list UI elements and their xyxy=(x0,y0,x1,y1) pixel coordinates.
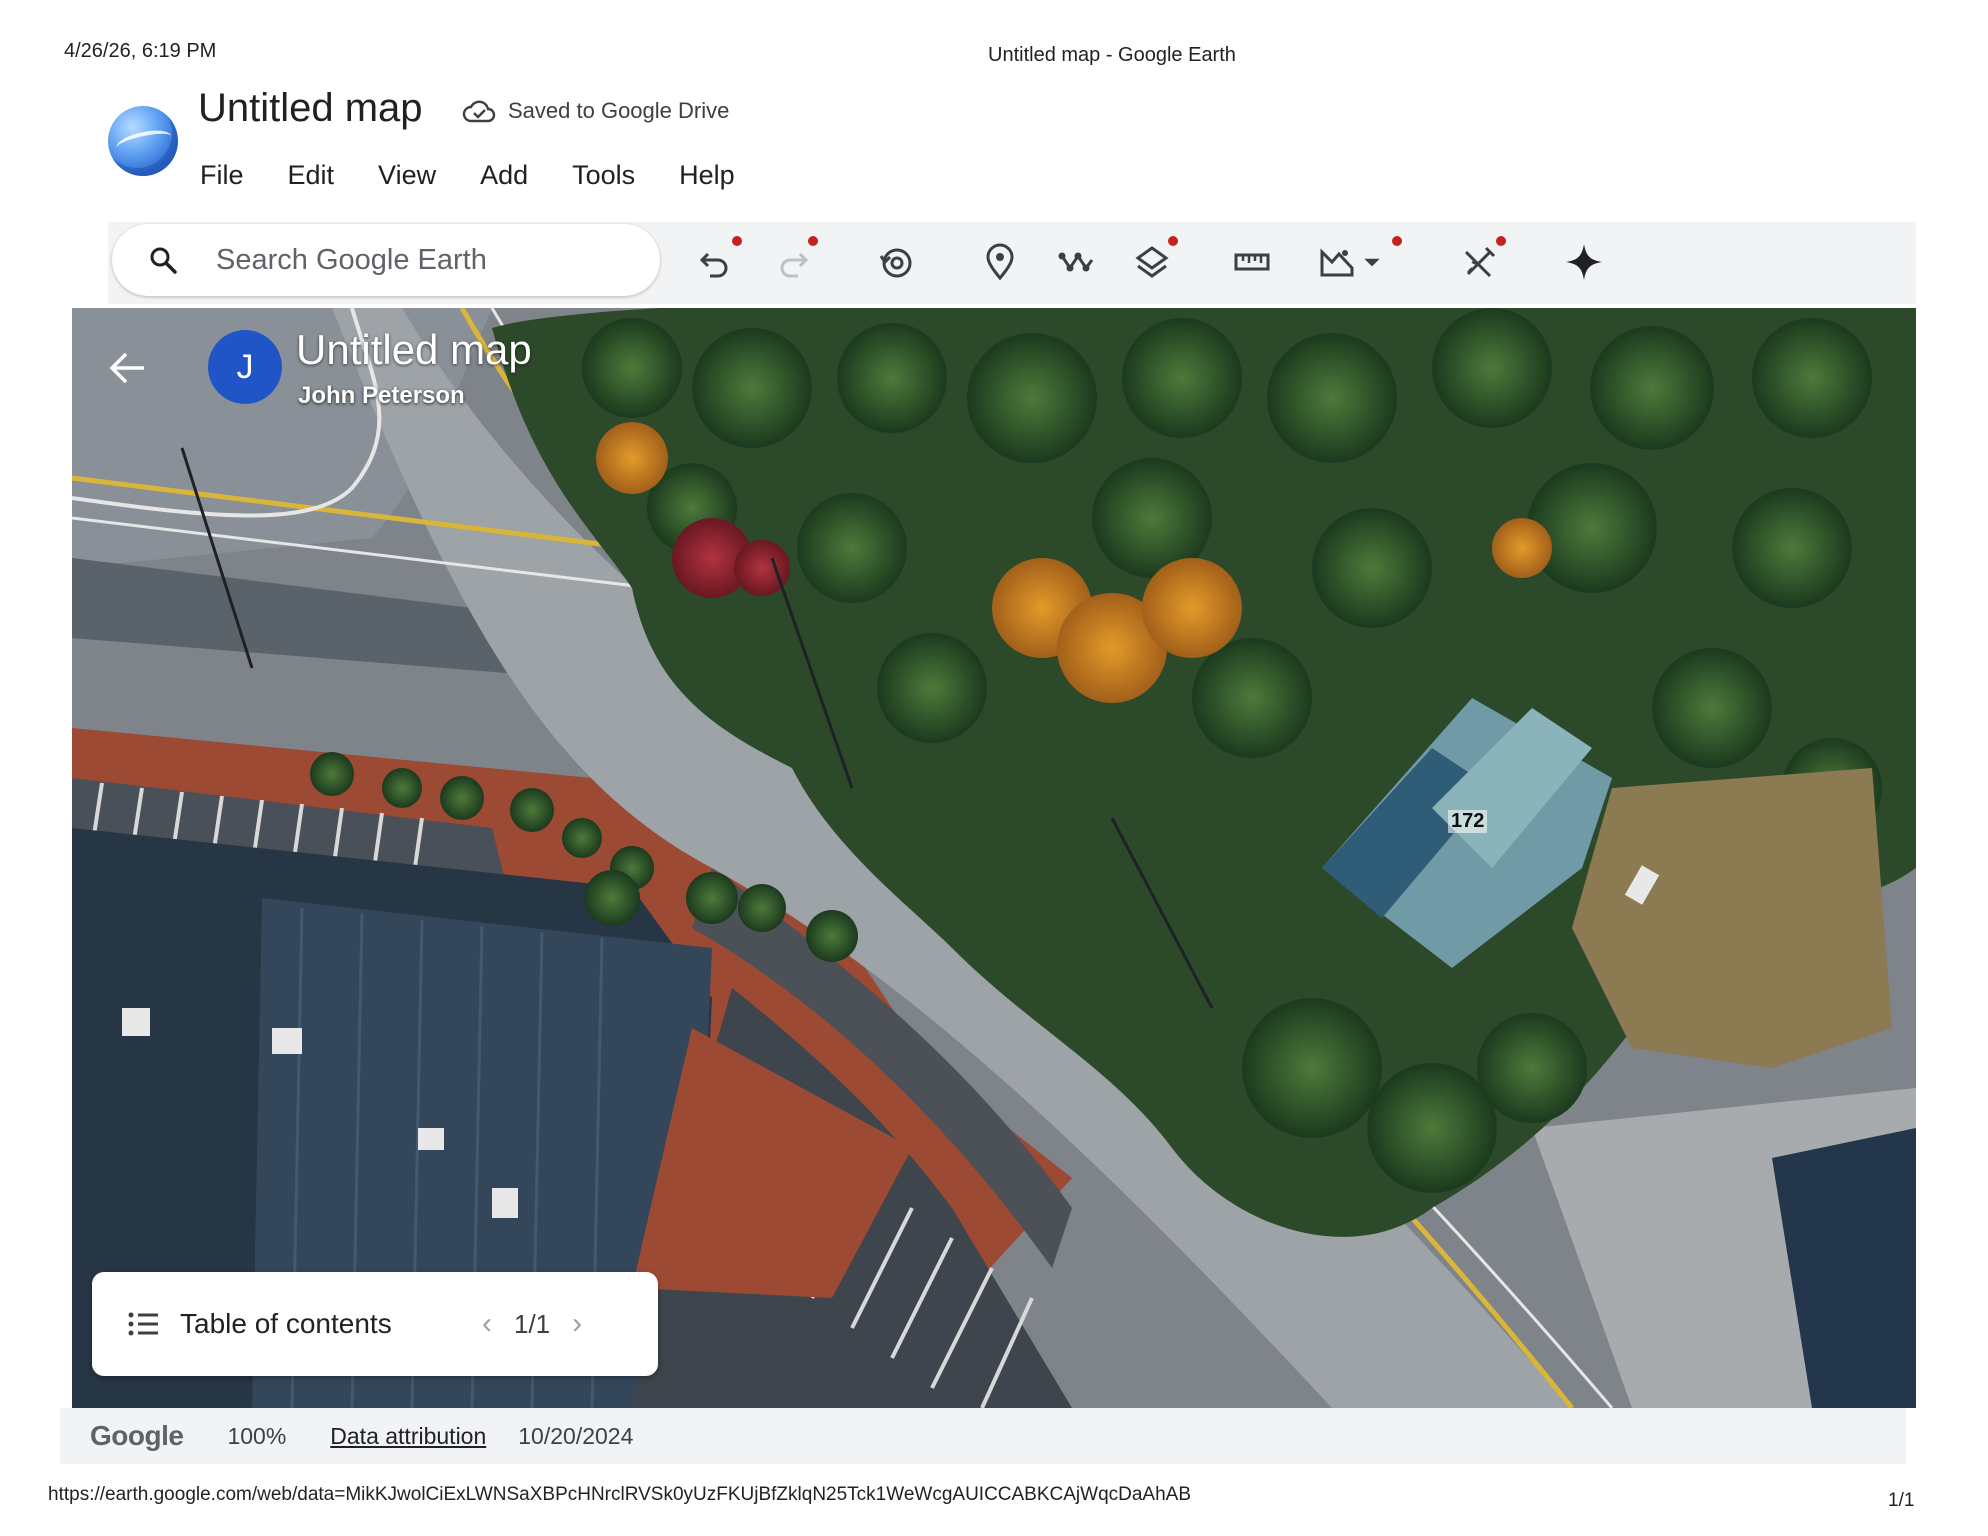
print-page-title: Untitled map - Google Earth xyxy=(988,44,1236,66)
toc-pager: ‹ 1/1 › xyxy=(482,1272,582,1376)
history-button[interactable] xyxy=(870,236,922,288)
menu-view[interactable]: View xyxy=(378,160,436,191)
chevron-right-icon[interactable]: › xyxy=(572,1307,582,1341)
satellite-imagery[interactable] xyxy=(72,308,1916,1408)
google-earth-logo[interactable] xyxy=(108,106,178,176)
print-url: https://earth.google.com/web/data=MikKJw… xyxy=(48,1484,1192,1505)
add-path-button[interactable] xyxy=(1050,236,1102,288)
menu-file[interactable]: File xyxy=(200,160,244,191)
map-owner-name: John Peterson xyxy=(298,382,465,409)
undo-button[interactable] xyxy=(690,236,742,288)
measure-button[interactable] xyxy=(1226,236,1278,288)
path-icon xyxy=(1058,252,1094,272)
imagery-date: 10/20/2024 xyxy=(518,1422,634,1449)
redo-button[interactable] xyxy=(766,236,818,288)
document-title[interactable]: Untitled map xyxy=(198,86,423,131)
history-icon xyxy=(879,248,912,278)
back-arrow-icon[interactable] xyxy=(104,348,152,388)
table-of-contents-panel[interactable]: Table of contents ‹ 1/1 › xyxy=(92,1272,658,1376)
google-brand: Google xyxy=(90,1420,184,1451)
menu-tools[interactable]: Tools xyxy=(572,160,635,191)
map-view[interactable] xyxy=(72,308,1916,1408)
toc-page-indicator: 1/1 xyxy=(514,1308,551,1339)
map-overlay-title: Untitled map xyxy=(296,326,532,373)
gemini-sparkle-icon xyxy=(1566,244,1602,280)
save-status-text: Saved to Google Drive xyxy=(508,98,730,123)
undo-badge xyxy=(732,236,742,246)
chevron-left-icon[interactable]: ‹ xyxy=(482,1307,492,1341)
draw-tools-icon xyxy=(1464,246,1496,278)
print-page-number: 1/1 xyxy=(1888,1490,1915,1511)
search-icon xyxy=(146,243,180,277)
save-status: Saved to Google Drive xyxy=(462,98,729,124)
layers-badge xyxy=(1168,236,1178,246)
search-input[interactable] xyxy=(214,242,638,278)
menu-edit[interactable]: Edit xyxy=(288,160,335,191)
draw-tools-badge xyxy=(1496,236,1506,246)
map-style-badge xyxy=(1392,236,1402,246)
layers-button[interactable] xyxy=(1126,236,1178,288)
toc-label: Table of contents xyxy=(180,1308,392,1339)
menu-add[interactable]: Add xyxy=(480,160,528,191)
avatar[interactable]: J xyxy=(208,330,282,404)
print-datetime: 4/26/26, 6:19 PM xyxy=(64,40,217,62)
gemini-button[interactable] xyxy=(1558,236,1610,288)
map-style-icon xyxy=(1320,248,1354,277)
map-style-button[interactable] xyxy=(1302,236,1402,288)
redo-badge xyxy=(808,236,818,246)
search-box[interactable] xyxy=(112,224,660,296)
draw-tools-button[interactable] xyxy=(1454,236,1506,288)
zoom-level: 100% xyxy=(227,1422,287,1449)
add-placemark-button[interactable] xyxy=(974,236,1026,288)
redo-icon xyxy=(780,252,809,278)
data-attribution-link[interactable]: Data attribution xyxy=(330,1423,486,1450)
menu-bar: File Edit View Add Tools Help xyxy=(200,160,779,191)
ruler-icon xyxy=(1234,253,1270,271)
chevron-down-icon xyxy=(1364,258,1380,267)
menu-help[interactable]: Help xyxy=(679,160,735,191)
undo-icon xyxy=(699,252,728,278)
placemark-icon xyxy=(986,243,1014,281)
cloud-done-icon xyxy=(462,100,496,123)
status-bar: Google 100% Data attribution 10/20/2024 xyxy=(60,1408,1906,1464)
house-number-label: 172 xyxy=(1448,810,1488,833)
layers-icon xyxy=(1135,246,1169,278)
list-icon xyxy=(128,1312,158,1336)
